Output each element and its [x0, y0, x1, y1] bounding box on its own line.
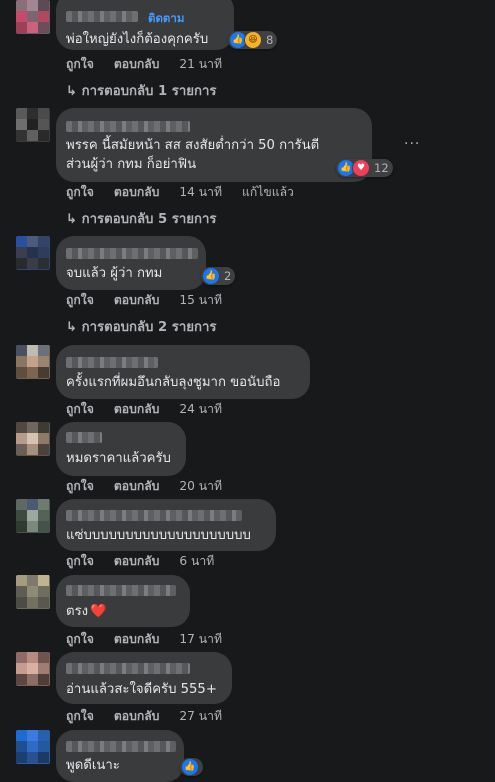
comment-actions: ถูกใจ ตอบกลับ 21 นาที	[66, 55, 242, 74]
comment-actions: ถูกใจ ตอบกลับ 14 นาที แก้ไขแล้ว	[66, 183, 314, 202]
comment-actions: ถูกใจ ตอบกลับ 24 นาที	[66, 400, 242, 419]
reply-action[interactable]: ตอบกลับ	[114, 479, 160, 493]
comment-text: แซ่บบบบบบบบบบบบบบบบบบบบ	[66, 528, 251, 543]
avatar[interactable]	[16, 345, 50, 379]
comment-item: ครั้งแรกที่ผมอึนกลับลุงชูมาก ขอนับถือ ถู…	[0, 345, 495, 420]
commenter-name[interactable]	[66, 248, 198, 259]
reply-arrow-icon: ↳	[66, 320, 82, 335]
commenter-name[interactable]	[66, 663, 190, 674]
reply-action[interactable]: ตอบกลับ	[114, 57, 160, 71]
reply-action[interactable]: ตอบกลับ	[114, 709, 160, 723]
comment-actions: ถูกใจ ตอบกลับ 17 นาที	[66, 630, 242, 649]
timestamp[interactable]: 27 นาที	[179, 709, 222, 723]
timestamp[interactable]: 6 นาที	[179, 554, 214, 568]
avatar[interactable]	[16, 422, 50, 456]
comment-text-line-1: พรรค นี้สมัยหน้า สส สงสัยต่ำกว่า 50 การั…	[66, 138, 320, 153]
commenter-name[interactable]	[66, 510, 242, 521]
comment-item: หมดราคาแล้วครับ ถูกใจ ตอบกลับ 20 นาที	[0, 422, 495, 497]
comment-text-line-2: ส่วนผู้ว่า กทม ก็อย่าฟิน	[66, 157, 197, 172]
comment-text: พ่อใหญ่ยังไงก็ต้องคุกครับ	[66, 32, 209, 47]
comment-text: ตรง ❤️	[66, 604, 107, 619]
comment-actions: ถูกใจ ตอบกลับ 6 นาที	[66, 552, 234, 571]
timestamp[interactable]: 20 นาที	[179, 479, 222, 493]
like-action[interactable]: ถูกใจ	[66, 554, 94, 568]
view-replies-link[interactable]: ↳ การตอบกลับ 5 รายการ	[66, 208, 216, 229]
view-replies-link[interactable]: ↳ การตอบกลับ 1 รายการ	[66, 80, 216, 101]
reaction-summary[interactable]: 👍 😆 8	[228, 31, 278, 49]
reaction-summary[interactable]: 👍 2	[201, 267, 236, 285]
avatar[interactable]	[16, 575, 50, 609]
commenter-name[interactable]	[66, 741, 176, 752]
edited-label: แก้ไขแล้ว	[242, 185, 294, 199]
heart-icon: ♥	[352, 159, 370, 177]
comment-text: หมดราคาแล้วครับ	[66, 451, 171, 466]
like-icon: 👍	[202, 267, 220, 285]
timestamp[interactable]: 24 นาที	[179, 402, 222, 416]
avatar[interactable]	[16, 108, 50, 142]
more-options-icon[interactable]: ···	[404, 136, 420, 152]
comment-text: อ่านแล้วสะใจดีครับ 555+	[66, 682, 217, 697]
like-action[interactable]: ถูกใจ	[66, 185, 94, 199]
follow-button[interactable]: ติดตาม	[148, 10, 184, 28]
comment-item: พูดดีเนาะ 👍	[0, 730, 495, 782]
comment-actions: ถูกใจ ตอบกลับ 20 นาที	[66, 477, 242, 496]
commenter-name[interactable]	[66, 432, 102, 443]
reaction-summary[interactable]: 👍 ♥ 12	[336, 159, 393, 177]
commenter-name[interactable]	[66, 585, 176, 596]
reply-arrow-icon: ↳	[66, 212, 82, 227]
like-action[interactable]: ถูกใจ	[66, 57, 94, 71]
like-action[interactable]: ถูกใจ	[66, 402, 94, 416]
commenter-name[interactable]	[66, 357, 158, 368]
reply-action[interactable]: ตอบกลับ	[114, 402, 160, 416]
comment-item: พรรค นี้สมัยหน้า สส สงสัยต่ำกว่า 50 การั…	[0, 108, 495, 228]
avatar[interactable]	[16, 652, 50, 686]
avatar[interactable]	[16, 236, 50, 270]
comment-item: แซ่บบบบบบบบบบบบบบบบบบบบ ถูกใจ ตอบกลับ 6 นา…	[0, 499, 495, 574]
avatar[interactable]	[16, 730, 50, 764]
commenter-name[interactable]	[66, 121, 190, 132]
comment-text: จบแล้ว ผู้ว่า กทม	[66, 266, 163, 281]
reaction-count: 2	[224, 269, 232, 283]
like-action[interactable]: ถูกใจ	[66, 709, 94, 723]
reaction-summary[interactable]: 👍	[180, 758, 203, 776]
view-replies-link[interactable]: ↳ การตอบกลับ 2 รายการ	[66, 316, 216, 337]
commenter-name[interactable]	[66, 11, 138, 22]
timestamp[interactable]: 21 นาที	[179, 57, 222, 71]
avatar[interactable]	[16, 499, 50, 533]
reply-action[interactable]: ตอบกลับ	[114, 185, 160, 199]
timestamp[interactable]: 17 นาที	[179, 632, 222, 646]
reply-arrow-icon: ↳	[66, 84, 82, 99]
reply-action[interactable]: ตอบกลับ	[114, 554, 160, 568]
haha-icon: 😆	[244, 31, 262, 49]
comment-item: จบแล้ว ผู้ว่า กทม 👍 2 ถูกใจ ตอบกลับ 15 นาท…	[0, 236, 495, 336]
reaction-count: 12	[374, 161, 389, 175]
comment-item: ติดตาม พ่อใหญ่ยังไงก็ต้องคุกครับ 👍 😆 8 ถ…	[0, 0, 495, 100]
comment-text: ครั้งแรกที่ผมอึนกลับลุงชูมาก ขอนับถือ	[66, 375, 281, 390]
comment-text: พูดดีเนาะ	[66, 758, 120, 773]
reply-action[interactable]: ตอบกลับ	[114, 632, 160, 646]
like-action[interactable]: ถูกใจ	[66, 632, 94, 646]
like-icon: 👍	[181, 758, 199, 776]
comment-item: อ่านแล้วสะใจดีครับ 555+ ถูกใจ ตอบกลับ 27 น…	[0, 652, 495, 727]
like-action[interactable]: ถูกใจ	[66, 479, 94, 493]
comment-item: ตรง ❤️ ถูกใจ ตอบกลับ 17 นาที	[0, 575, 495, 650]
timestamp[interactable]: 14 นาที	[179, 185, 222, 199]
reply-action[interactable]: ตอบกลับ	[114, 293, 160, 307]
comment-actions: ถูกใจ ตอบกลับ 27 นาที	[66, 707, 242, 726]
avatar[interactable]	[16, 0, 50, 34]
like-action[interactable]: ถูกใจ	[66, 293, 94, 307]
timestamp[interactable]: 15 นาที	[179, 293, 222, 307]
reaction-count: 8	[266, 33, 274, 47]
heart-emoji: ❤️	[90, 604, 107, 619]
comment-actions: ถูกใจ ตอบกลับ 15 นาที	[66, 291, 242, 310]
